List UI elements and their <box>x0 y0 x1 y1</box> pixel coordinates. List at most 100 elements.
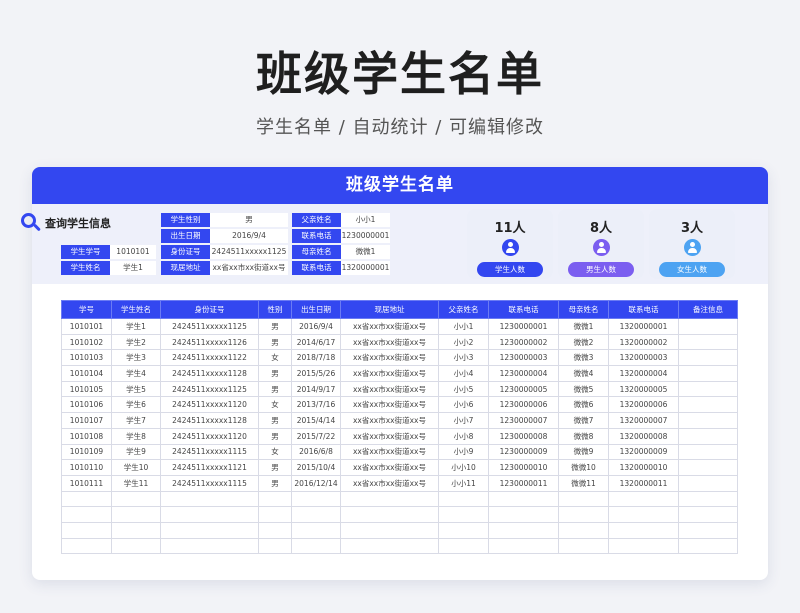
table-cell[interactable]: 2016/9/4 <box>291 318 341 335</box>
table-cell[interactable] <box>61 537 112 555</box>
table-cell[interactable]: 男 <box>258 427 292 445</box>
field-mother-phone[interactable]: 联系电话 1320000001 <box>292 261 390 275</box>
table-cell[interactable]: 1320000003 <box>608 349 679 367</box>
table-cell[interactable] <box>488 537 559 555</box>
table-cell[interactable]: 女 <box>258 396 292 414</box>
field-father-name[interactable]: 父亲姓名 小小1 <box>292 213 390 227</box>
table-cell[interactable]: 学生3 <box>111 349 161 367</box>
table-cell[interactable] <box>160 506 259 523</box>
table-cell[interactable] <box>678 349 738 367</box>
table-cell[interactable] <box>438 537 489 555</box>
table-cell[interactable]: 小小4 <box>438 365 489 382</box>
table-cell[interactable]: 2424511xxxxx1121 <box>160 459 259 476</box>
table-cell[interactable]: 1230000009 <box>488 443 559 461</box>
table-cell[interactable] <box>678 396 738 414</box>
table-cell[interactable]: 学生2 <box>111 333 161 351</box>
table-cell[interactable] <box>678 459 738 476</box>
field-value[interactable]: 小小1 <box>341 213 390 227</box>
table-cell[interactable] <box>678 333 738 351</box>
table-cell[interactable]: 2015/7/22 <box>291 427 341 445</box>
field-student-name[interactable]: 学生姓名 学生1 <box>61 261 156 275</box>
table-cell[interactable]: xx省xx市xx街道xx号 <box>340 380 439 398</box>
table-cell[interactable] <box>608 537 679 555</box>
table-cell[interactable] <box>291 490 341 508</box>
table-cell[interactable]: 微微7 <box>558 412 609 429</box>
table-cell[interactable]: 1320000011 <box>608 474 679 492</box>
table-cell[interactable]: 学生7 <box>111 412 161 429</box>
table-cell[interactable]: 学生1 <box>111 318 161 335</box>
table-cell[interactable]: 微微9 <box>558 443 609 461</box>
table-cell[interactable]: 小小1 <box>438 318 489 335</box>
field-student-id[interactable]: 学生学号 1010101 <box>61 245 156 259</box>
column-header[interactable]: 备注信息 <box>678 300 738 319</box>
table-cell[interactable]: 微微8 <box>558 427 609 445</box>
table-cell[interactable] <box>608 490 679 508</box>
table-cell[interactable]: 1230000003 <box>488 349 559 367</box>
column-header[interactable]: 性别 <box>258 300 292 319</box>
table-row[interactable]: 1010110 学生10 2424511xxxxx1121 男 2015/10/4 xx省… <box>61 459 738 476</box>
table-cell[interactable] <box>678 318 738 335</box>
table-cell[interactable] <box>488 521 559 539</box>
table-cell[interactable]: 1320000002 <box>608 333 679 351</box>
column-header[interactable]: 母亲姓名 <box>558 300 609 319</box>
table-cell[interactable]: 1010109 <box>61 443 112 461</box>
table-row[interactable]: 1010107 学生7 2424511xxxxx1128 男 2015/4/14 xx省x… <box>61 412 738 429</box>
table-cell[interactable]: 1010103 <box>61 349 112 367</box>
table-row[interactable]: 1010105 学生5 2424511xxxxx1125 男 2014/9/17 xx省x… <box>61 380 738 398</box>
table-cell[interactable]: 1320000005 <box>608 380 679 398</box>
column-header[interactable]: 联系电话 <box>488 300 559 319</box>
table-cell[interactable]: 微微6 <box>558 396 609 414</box>
column-header[interactable]: 联系电话 <box>608 300 679 319</box>
table-cell[interactable] <box>160 490 259 508</box>
table-cell[interactable]: 男 <box>258 459 292 476</box>
table-cell[interactable]: 学生6 <box>111 396 161 414</box>
table-cell[interactable]: 男 <box>258 365 292 382</box>
table-cell[interactable]: 2424511xxxxx1128 <box>160 412 259 429</box>
table-cell[interactable]: 1320000001 <box>608 318 679 335</box>
table-cell[interactable]: 1010108 <box>61 427 112 445</box>
table-cell[interactable]: 1320000007 <box>608 412 679 429</box>
table-cell[interactable]: 1230000004 <box>488 365 559 382</box>
table-cell[interactable] <box>258 521 292 539</box>
table-cell[interactable] <box>340 537 439 555</box>
table-cell[interactable]: 2424511xxxxx1115 <box>160 474 259 492</box>
table-cell[interactable]: 小小10 <box>438 459 489 476</box>
table-cell[interactable]: 小小5 <box>438 380 489 398</box>
field-value[interactable]: 2016/9/4 <box>210 229 288 243</box>
table-cell[interactable]: 微微3 <box>558 349 609 367</box>
column-header[interactable]: 出生日期 <box>291 300 341 319</box>
table-cell[interactable] <box>340 490 439 508</box>
field-address[interactable]: 现居地址 xx省xx市xx街道xx号 <box>161 261 288 275</box>
table-cell[interactable]: 男 <box>258 474 292 492</box>
table-cell[interactable] <box>291 521 341 539</box>
table-cell[interactable]: 2016/12/14 <box>291 474 341 492</box>
table-cell[interactable]: 2424511xxxxx1125 <box>160 380 259 398</box>
table-cell[interactable]: 学生8 <box>111 427 161 445</box>
table-cell[interactable]: 1320000004 <box>608 365 679 382</box>
table-cell[interactable] <box>111 521 161 539</box>
table-cell[interactable] <box>438 490 489 508</box>
field-value[interactable]: xx省xx市xx街道xx号 <box>210 261 288 275</box>
table-cell[interactable] <box>438 506 489 523</box>
table-cell[interactable] <box>678 474 738 492</box>
table-cell[interactable] <box>111 490 161 508</box>
table-cell[interactable]: 2013/7/16 <box>291 396 341 414</box>
table-cell[interactable]: 2424511xxxxx1120 <box>160 396 259 414</box>
table-cell[interactable]: 学生4 <box>111 365 161 382</box>
table-cell[interactable]: 1230000001 <box>488 318 559 335</box>
table-cell[interactable]: 1010107 <box>61 412 112 429</box>
table-cell[interactable]: xx省xx市xx街道xx号 <box>340 443 439 461</box>
table-cell[interactable] <box>160 537 259 555</box>
table-cell[interactable] <box>608 506 679 523</box>
table-cell[interactable] <box>558 537 609 555</box>
table-cell[interactable]: 小小7 <box>438 412 489 429</box>
table-cell[interactable]: 2424511xxxxx1115 <box>160 443 259 461</box>
table-cell[interactable]: 1010102 <box>61 333 112 351</box>
table-cell[interactable]: 1320000006 <box>608 396 679 414</box>
table-cell[interactable]: 2015/5/26 <box>291 365 341 382</box>
table-row[interactable]: 1010106 学生6 2424511xxxxx1120 女 2013/7/16 xx省x… <box>61 396 738 414</box>
table-row[interactable]: 1010101 学生1 2424511xxxxx1125 男 2016/9/4 xx省xx… <box>61 318 738 335</box>
table-cell[interactable]: 微微10 <box>558 459 609 476</box>
table-cell[interactable] <box>678 412 738 429</box>
table-cell[interactable] <box>558 506 609 523</box>
